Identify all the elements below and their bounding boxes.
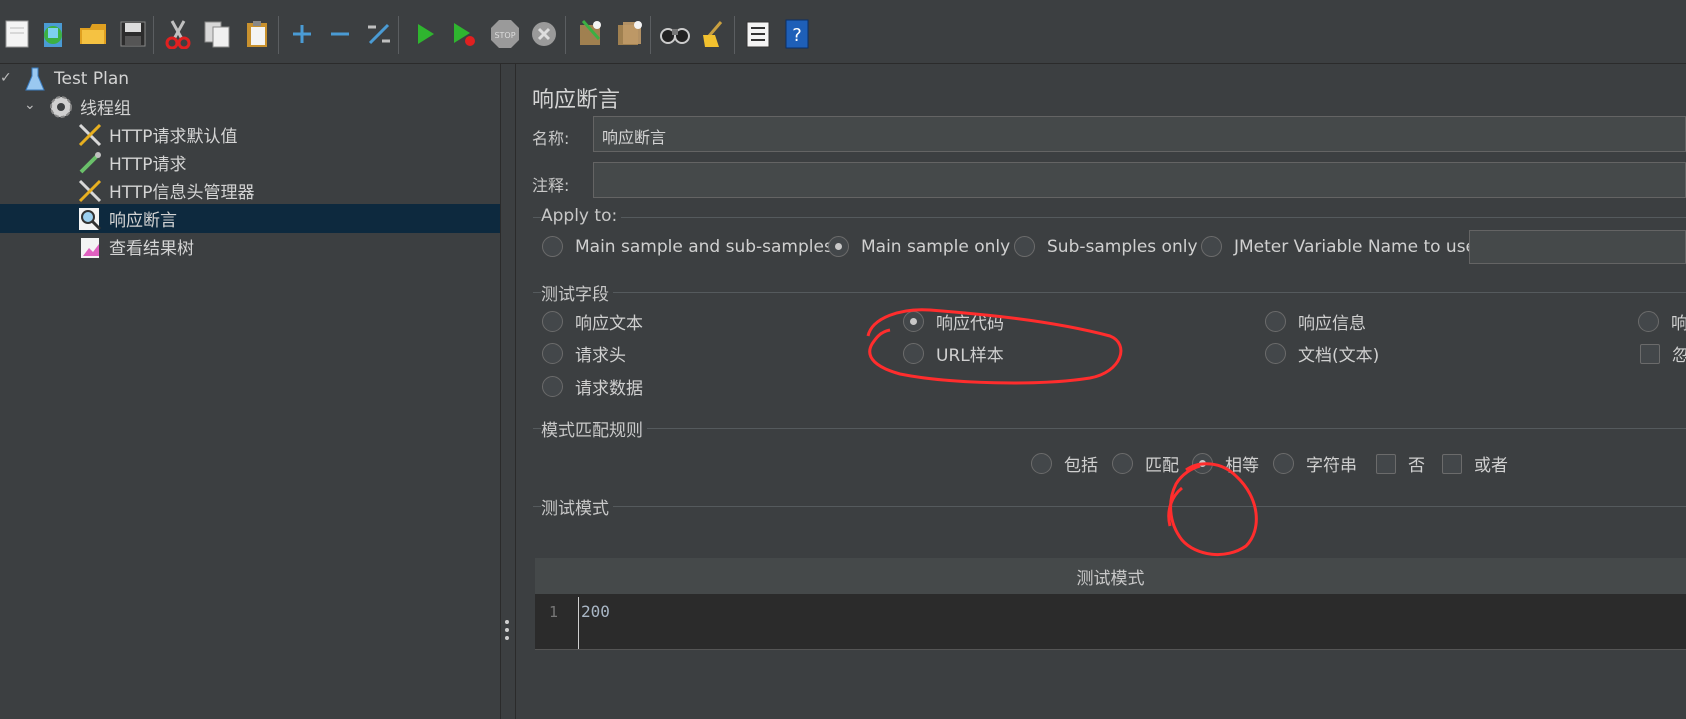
cut-icon[interactable] <box>161 17 195 51</box>
test-field-group <box>533 292 1686 293</box>
radio-substring[interactable]: 字符串 <box>1273 451 1357 476</box>
pattern-value[interactable]: 200 <box>581 602 610 621</box>
menu-bar-remnant <box>0 0 400 8</box>
tree-item-label: Test Plan <box>54 68 130 89</box>
chevron-down-icon[interactable]: ✓ <box>0 70 12 86</box>
save-icon[interactable] <box>116 17 150 51</box>
flask-icon <box>20 65 50 93</box>
checkbox-ignore-status[interactable]: 忽 <box>1640 341 1686 366</box>
radio-response-code[interactable]: 响应代码 <box>903 309 1004 334</box>
jmeter-variable-input[interactable] <box>1469 230 1686 264</box>
radio-document-text[interactable]: 文档(文本) <box>1265 341 1379 366</box>
apply-to-group <box>533 217 1686 218</box>
radio-equals[interactable]: 相等 <box>1192 451 1259 476</box>
templates-icon[interactable] <box>36 17 70 51</box>
tree-item-label: 响应断言 <box>109 211 177 231</box>
radio-jmeter-variable[interactable]: JMeter Variable Name to use <box>1201 236 1476 257</box>
text-caret <box>578 597 579 649</box>
expand-icon[interactable] <box>285 17 319 51</box>
svg-text:?: ? <box>792 25 802 46</box>
new-icon[interactable] <box>0 17 34 51</box>
radio-matches[interactable]: 匹配 <box>1112 451 1179 476</box>
toolbar: STOP ? <box>0 0 1686 64</box>
name-label: 名称: <box>532 129 570 148</box>
patterns-legend: 测试模式 <box>541 494 613 519</box>
tree-item-label: HTTP请求 <box>109 155 187 175</box>
patterns-column-header[interactable]: 测试模式 <box>535 558 1686 595</box>
radio-url-sampled[interactable]: URL样本 <box>903 341 1004 366</box>
radio-main-and-sub[interactable]: Main sample and sub-samples <box>542 236 833 257</box>
radio-response-text[interactable]: 响应文本 <box>542 309 643 334</box>
checkbox-or[interactable]: 或者 <box>1442 451 1508 476</box>
pattern-rules-group <box>533 428 1686 429</box>
tree-item-http-request[interactable]: HTTP请求 <box>75 148 500 177</box>
radio-main-only[interactable]: Main sample only <box>828 236 1010 257</box>
tools-icon <box>75 121 105 149</box>
comment-field[interactable] <box>593 162 1686 198</box>
radio-contains[interactable]: 包括 <box>1031 451 1098 476</box>
radio-request-data[interactable]: 请求数据 <box>542 374 643 399</box>
tree-item-test-plan[interactable]: Test Plan <box>20 64 500 93</box>
drag-handle-icon[interactable] <box>505 620 511 640</box>
tree-item-label: HTTP请求默认值 <box>109 127 238 147</box>
radio-response-headers[interactable]: 响 <box>1638 309 1686 334</box>
function-helper-icon[interactable] <box>741 17 775 51</box>
comment-label: 注释: <box>532 176 570 195</box>
tree-item-header-manager[interactable]: HTTP信息头管理器 <box>75 176 500 205</box>
radio-response-message[interactable]: 响应信息 <box>1265 309 1366 334</box>
chevron-down-icon[interactable]: ⌄ <box>24 97 36 113</box>
patterns-editor[interactable]: 1 200 <box>535 595 1686 650</box>
svg-text:STOP: STOP <box>494 31 515 40</box>
radio-sub-only[interactable]: Sub-samples only <box>1014 236 1198 257</box>
magnifier-icon <box>75 205 105 233</box>
tools-icon <box>75 177 105 205</box>
tree-item-thread-group[interactable]: 线程组 <box>46 92 500 121</box>
tree-item-label: 查看结果树 <box>109 239 194 259</box>
paste-icon[interactable] <box>240 17 274 51</box>
radio-request-headers[interactable]: 请求头 <box>542 341 626 366</box>
collapse-icon[interactable] <box>323 17 357 51</box>
tree-item-label: 线程组 <box>80 99 131 119</box>
start-no-pauses-icon[interactable] <box>447 17 481 51</box>
page-title: 响应断言 <box>532 88 621 113</box>
pipette-icon <box>75 149 105 177</box>
pattern-rules-legend: 模式匹配规则 <box>541 416 647 441</box>
chart-icon <box>75 233 105 261</box>
open-icon[interactable] <box>76 17 110 51</box>
stop-icon[interactable]: STOP <box>488 17 522 51</box>
gear-icon <box>46 93 76 121</box>
start-icon[interactable] <box>408 17 442 51</box>
copy-icon[interactable] <box>200 17 234 51</box>
name-field[interactable]: 响应断言 <box>593 116 1686 152</box>
tree-item-label: HTTP信息头管理器 <box>109 183 255 203</box>
tree-item-http-defaults[interactable]: HTTP请求默认值 <box>75 120 500 149</box>
reset-search-icon[interactable] <box>697 17 731 51</box>
response-assertion-panel: 响应断言 名称: 响应断言 注释: Apply to: Main sample … <box>517 64 1686 719</box>
toggle-icon[interactable] <box>362 17 396 51</box>
search-icon[interactable] <box>658 17 692 51</box>
patterns-group <box>533 506 1686 507</box>
shutdown-icon[interactable] <box>527 17 561 51</box>
tree-item-results-tree[interactable]: 查看结果树 <box>75 232 500 261</box>
line-number: 1 <box>549 603 559 621</box>
tree-item-response-assertion[interactable]: 响应断言 <box>0 204 500 233</box>
checkbox-not[interactable]: 否 <box>1376 451 1425 476</box>
apply-to-legend: Apply to: <box>541 206 622 226</box>
test-plan-tree: ✓ Test Plan ⌄ 线程组 HTTP请求默认值 HTTP请求 HTTP信… <box>0 64 500 719</box>
clear-icon[interactable] <box>573 17 607 51</box>
help-icon[interactable]: ? <box>780 17 814 51</box>
test-field-legend: 测试字段 <box>541 280 613 305</box>
clear-all-icon[interactable] <box>612 17 646 51</box>
